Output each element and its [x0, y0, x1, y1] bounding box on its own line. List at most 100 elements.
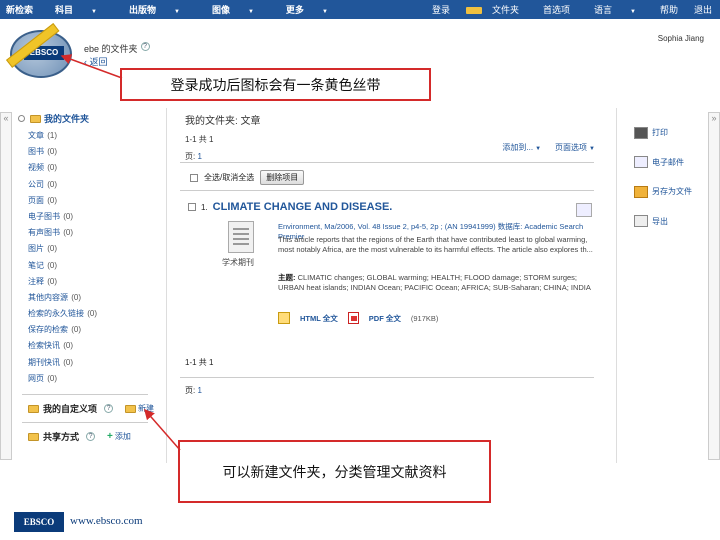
chevron-down-icon: ▼ [321, 9, 328, 15]
nav-language[interactable]: 语言 ▼ [578, 3, 652, 16]
new-folder-link[interactable]: 新建 [125, 403, 154, 414]
sidebar-item-saved-searches[interactable]: 保存的检索 (0) [28, 322, 154, 338]
result-range-bottom: 1-1 共 1 [185, 358, 214, 367]
chevron-down-icon: ▼ [589, 146, 595, 152]
tool-email[interactable]: 电子邮件 [634, 148, 710, 178]
nav-help[interactable]: 帮助 [652, 3, 686, 16]
new-folder-icon [125, 404, 137, 413]
select-all-label: 全选/取消全选 [204, 173, 255, 182]
tool-export[interactable]: 导出 [634, 207, 710, 237]
back-link[interactable]: ‹ 返回 [84, 55, 108, 68]
result-checkbox[interactable] [188, 203, 196, 211]
nav-folder[interactable]: 文件夹 [458, 3, 535, 16]
divider [180, 190, 594, 191]
results-toolbar: 添加到... ▼ 页面选项 ▼ [185, 142, 595, 153]
add-to-dropdown[interactable]: 添加到... ▼ [502, 142, 541, 153]
folder-icon [30, 114, 41, 123]
result-number: 1. [201, 202, 208, 212]
annotation-callout-new-folder: 可以新建文件夹，分类管理文献资料 [178, 440, 491, 503]
nav-sign-in[interactable]: 登录 [424, 3, 458, 16]
select-all-row: 全选/取消全选 删除项目 [190, 170, 305, 185]
nav-subjects[interactable]: 科目 ▼ [43, 3, 117, 16]
sidebar-divider [22, 422, 148, 423]
collapse-left-panel-button[interactable]: « [0, 112, 12, 460]
fulltext-links: HTML 全文 PDF 全文 (917KB) [278, 312, 438, 324]
print-icon [634, 126, 648, 139]
academic-journal-icon [228, 221, 254, 253]
chevron-down-icon: ▼ [630, 9, 636, 15]
chevron-down-icon: ▼ [91, 9, 97, 15]
export-icon [634, 215, 648, 228]
page-link[interactable]: 1 [197, 152, 201, 161]
sidebar-item-persistent-links[interactable]: 检索的永久链接 (0) [28, 306, 154, 322]
nav-sign-out[interactable]: 退出 [686, 3, 720, 16]
email-icon [634, 156, 648, 169]
sidebar-item-images[interactable]: 图片 (0) [28, 241, 154, 257]
folder-icon [28, 404, 39, 413]
nav-publications[interactable]: 出版物 ▼ [117, 3, 200, 16]
sidebar-item-videos[interactable]: 视频 (0) [28, 160, 154, 176]
doc-type-label: 学术期刊 [222, 258, 254, 267]
page-options-dropdown[interactable]: 页面选项 ▼ [555, 142, 595, 153]
sidebar-item-web-pages[interactable]: 网页 (0) [28, 371, 154, 387]
folder-sidebar: 我的文件夹 文章 (1) 图书 (0) 视频 (0) 公司 (0) 页面 (0)… [18, 112, 154, 452]
tools-panel: 打印 电子邮件 另存为文件 导出 [634, 118, 710, 236]
chevron-down-icon: ▼ [174, 9, 180, 15]
folder-list: 文章 (1) 图书 (0) 视频 (0) 公司 (0) 页面 (0) 电子图书 … [28, 128, 154, 387]
chevron-down-icon: ▼ [535, 146, 542, 152]
result-abstract: This article reports that the regions of… [278, 235, 593, 254]
my-folders-header[interactable]: 我的文件夹 [18, 112, 154, 125]
help-icon[interactable]: ? [140, 42, 150, 51]
delete-items-button[interactable]: 删除项目 [260, 170, 305, 185]
sidebar-item-other-sources[interactable]: 其他内容源 (0) [28, 290, 154, 306]
footer-url[interactable]: www.ebsco.com [70, 515, 143, 527]
pagination-bottom: 页: 1 [185, 386, 202, 395]
sidebar-item-companies[interactable]: 公司 (0) [28, 177, 154, 193]
nav-preferences[interactable]: 首选项 [535, 3, 578, 16]
custom-folders-row: 我的自定义项 ? 新建 [28, 402, 154, 415]
select-all-checkbox[interactable] [190, 173, 198, 182]
result-subjects: 主题: CLIMATIC changes; GLOBAL warming; HE… [278, 273, 591, 292]
pdf-size: (917KB) [410, 313, 439, 323]
nav-more[interactable]: 更多 ▼ [274, 3, 348, 16]
plus-icon: + [107, 431, 113, 442]
sidebar-item-books[interactable]: 图书 (0) [28, 144, 154, 160]
sidebar-item-pages[interactable]: 页面 (0) [28, 193, 154, 209]
sidebar-item-notes[interactable]: 笔记 (0) [28, 258, 154, 274]
radio-icon[interactable] [18, 115, 25, 122]
tool-save[interactable]: 另存为文件 [634, 177, 710, 207]
sidebar-divider [22, 394, 148, 395]
annotation-callout-ribbon: 登录成功后图标会有一条黄色丝带 [120, 68, 431, 101]
html-fulltext-link[interactable]: HTML 全文 [300, 313, 338, 324]
shared-folders-row: 共享方式 ? + 添加 [28, 430, 131, 443]
page-title: 我的文件夹: 文章 [185, 116, 261, 127]
result-item: 1. CLIMATE CHANGE AND DISEASE. 学术期刊 Envi… [188, 201, 598, 324]
ebsco-logo-badge[interactable]: EBSCO [6, 23, 74, 82]
subject-links[interactable]: CLIMATIC changes; GLOBAL warming; HEALTH… [278, 273, 591, 292]
add-share-link[interactable]: + 添加 [107, 431, 131, 442]
divider [180, 377, 594, 378]
sidebar-item-search-alerts[interactable]: 检索快讯 (0) [28, 338, 154, 354]
folder-icon [28, 432, 39, 441]
nav-images[interactable]: 图像 ▼ [200, 3, 274, 16]
pdf-fulltext-link[interactable]: PDF 全文 [369, 313, 401, 324]
save-icon [634, 185, 648, 198]
pdf-icon [347, 312, 359, 324]
user-name: Sophia Jiang [657, 34, 704, 43]
column-separator [616, 108, 617, 463]
sidebar-item-audiobooks[interactable]: 有声图书 (0) [28, 225, 154, 241]
page-link[interactable]: 1 [197, 386, 201, 395]
tool-print[interactable]: 打印 [634, 118, 710, 148]
nav-new-search[interactable]: 新检索 [0, 3, 43, 16]
column-separator [166, 108, 167, 463]
sidebar-item-articles[interactable]: 文章 (1) [28, 128, 154, 144]
preview-icon[interactable] [576, 203, 592, 217]
help-icon[interactable]: ? [104, 404, 114, 413]
sidebar-item-ebooks[interactable]: 电子图书 (0) [28, 209, 154, 225]
result-title-link[interactable]: CLIMATE CHANGE AND DISEASE. [213, 201, 393, 213]
sidebar-item-annotations[interactable]: 注释 (0) [28, 274, 154, 290]
help-icon[interactable]: ? [86, 432, 96, 441]
chevron-down-icon: ▼ [247, 9, 254, 15]
sidebar-item-journal-alerts[interactable]: 期刊快讯 (0) [28, 355, 154, 371]
folder-content: 我的文件夹: 文章 1-1 共 1 页: 1 [185, 112, 601, 162]
